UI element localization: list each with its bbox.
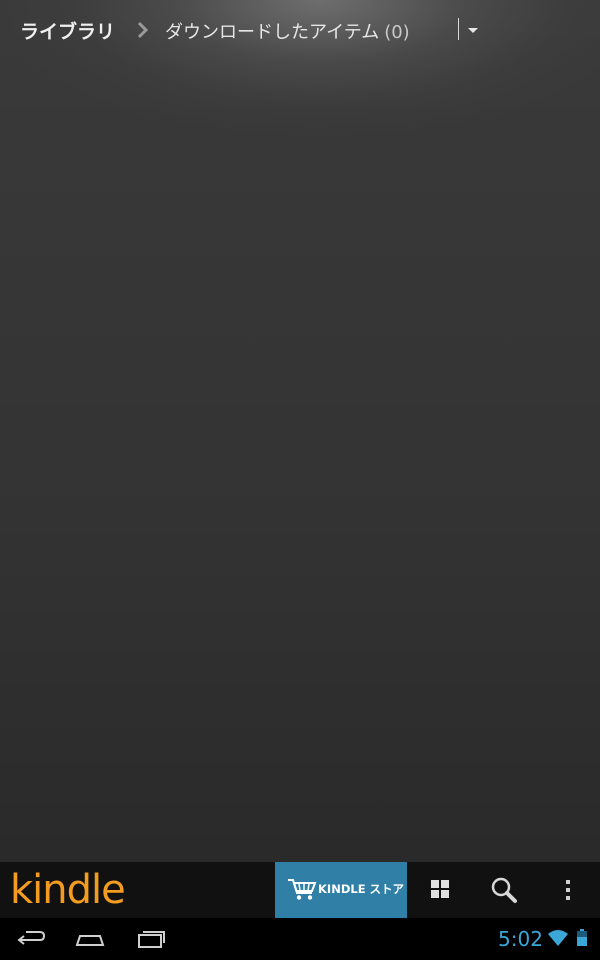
- header-bar: ライブラリ ダウンロードしたアイテム (0): [0, 0, 600, 60]
- home-icon: [75, 935, 105, 946]
- filter-dropdown-button[interactable]: [455, 18, 483, 42]
- search-button[interactable]: [474, 862, 534, 918]
- kindle-store-label: KINDLE ストア: [318, 882, 405, 896]
- overflow-menu-icon: [566, 880, 570, 900]
- breadcrumb-current-label: ダウンロードしたアイテム: [165, 22, 380, 43]
- dropdown-divider: [458, 18, 459, 40]
- grid-view-button[interactable]: [410, 862, 470, 918]
- breadcrumb-downloaded-items: ダウンロードしたアイテム (0): [165, 18, 410, 44]
- kindle-store-button[interactable]: KINDLE ストア: [275, 862, 407, 918]
- screen: ライブラリ ダウンロードしたアイテム(0) kindle KINDLE ストア: [0, 0, 600, 960]
- kindle-logo: kindle: [10, 867, 126, 913]
- back-icon: [17, 931, 46, 945]
- caret-down-icon: [468, 28, 478, 33]
- back-button[interactable]: [12, 918, 52, 960]
- battery-icon: [577, 929, 587, 946]
- item-count: (0): [384, 22, 410, 43]
- recent-apps-icon: [138, 931, 165, 948]
- chevron-right-icon: [137, 21, 149, 39]
- home-button[interactable]: [70, 918, 110, 960]
- library-content-empty: [0, 60, 600, 862]
- search-icon: [491, 877, 517, 903]
- breadcrumb-library[interactable]: ライブラリ: [20, 17, 115, 44]
- overflow-menu-button[interactable]: [538, 862, 598, 918]
- grid-view-icon: [431, 880, 449, 898]
- status-clock: 5:02: [498, 927, 543, 951]
- recent-apps-button[interactable]: [132, 918, 172, 960]
- wifi-icon: [548, 930, 568, 946]
- shopping-cart-icon: [288, 879, 317, 900]
